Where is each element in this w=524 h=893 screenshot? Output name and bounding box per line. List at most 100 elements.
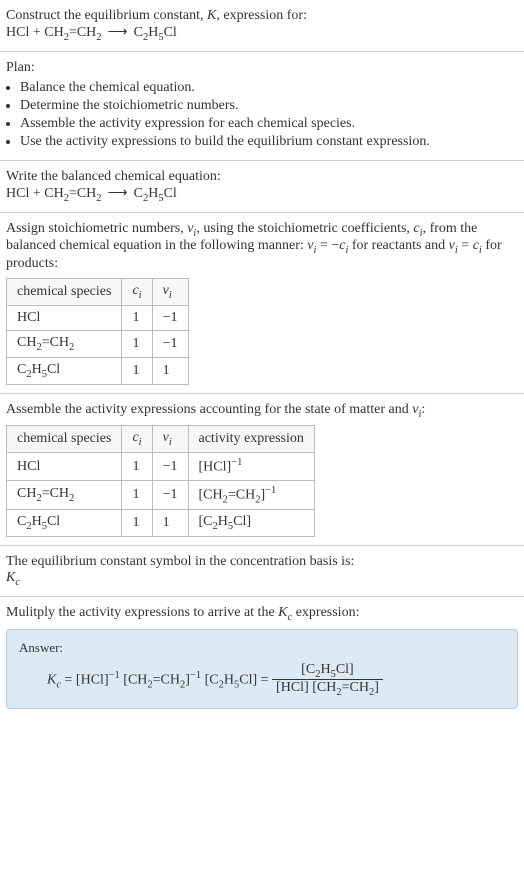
eq-rhs-cl: Cl	[164, 25, 177, 40]
plan-item: Balance the chemical equation.	[20, 80, 518, 96]
balanced-heading: Write the balanced chemical equation:	[6, 169, 518, 185]
stoich-table: chemical species ci νi HCl 1 −1 CH2=CH2 …	[6, 278, 189, 384]
kc-k: K	[6, 570, 15, 585]
cell-ci: 1	[122, 330, 152, 357]
ans-k: K	[47, 672, 56, 687]
cell-species: CH2=CH2	[7, 330, 122, 357]
table-header-row: chemical species ci νi	[7, 279, 189, 306]
ans-rh: H	[224, 672, 234, 687]
eq-rhs-h: H	[148, 25, 158, 40]
s-hcl: HCl	[17, 459, 40, 474]
plan-item: Determine the stoichiometric numbers.	[20, 98, 518, 114]
title-line: Construct the equilibrium constant, K, e…	[6, 8, 518, 24]
sp-mid: =CH	[42, 335, 69, 350]
mul-prefix: Mulitply the activity expressions to arr…	[6, 605, 278, 620]
th-activity: activity expression	[188, 426, 314, 453]
assign-text: Assign stoichiometric numbers, νi, using…	[6, 221, 518, 273]
answer-section: Mulitply the activity expressions to arr…	[0, 597, 524, 717]
mul-k: K	[278, 605, 287, 620]
cell-species: HCl	[7, 453, 122, 481]
header-section: Construct the equilibrium constant, K, e…	[0, 0, 524, 52]
frac-num: [C2H5Cl]	[272, 662, 383, 681]
cell-ci: 1	[122, 480, 152, 509]
cell-species: C2H5Cl	[7, 510, 122, 537]
table-row: C2H5Cl 1 1	[7, 357, 189, 384]
mul-suffix: expression:	[292, 605, 359, 620]
th-i: i	[139, 437, 142, 448]
eq-hcl: HCl	[6, 186, 29, 201]
eq-rhs-c: C	[134, 25, 143, 40]
title-prefix: Construct the equilibrium constant,	[6, 8, 207, 23]
ae-c: C	[203, 514, 212, 529]
act-h-prefix: Assemble the activity expressions accoun…	[6, 402, 412, 417]
th-ci-i: i	[139, 290, 142, 301]
eq-rhs-cl: Cl	[164, 186, 177, 201]
cell-nui: −1	[152, 305, 188, 330]
assign-t4: for reactants and	[348, 238, 448, 253]
th-i2: i	[169, 437, 172, 448]
table-row: CH2=CH2 1 −1 [CH2=CH2]−1	[7, 480, 315, 509]
th-species: chemical species	[7, 279, 122, 306]
eq-ch2mid: =CH	[69, 186, 96, 201]
cell-activity: [CH2=CH2]−1	[188, 480, 314, 509]
fd-mid: =CH	[342, 680, 369, 695]
assign-t2: , using the stoichiometric coefficients,	[196, 221, 413, 236]
answer-box: Answer: Kc = [HCl]−1 [CH2=CH2]−1 [C2H5Cl…	[6, 629, 518, 710]
frac-den: [HCl] [CH2=CH2]	[272, 680, 383, 698]
eq-rhs-h: H	[148, 186, 158, 201]
th-nui: νi	[152, 426, 188, 453]
assign-eqr: = −	[316, 238, 339, 253]
s-mid: =CH	[42, 486, 69, 501]
ans-s2: 2	[180, 679, 185, 690]
title-var: K	[207, 8, 216, 23]
assign-section: Assign stoichiometric numbers, νi , using…	[0, 213, 524, 394]
fd-s2: 2	[369, 687, 374, 698]
cell-species: CH2=CH2	[7, 480, 122, 509]
title-suffix: , expression for:	[216, 8, 307, 23]
eq-ch2a: CH	[44, 25, 63, 40]
th-nui: νi	[152, 279, 188, 306]
act-h-suffix: :	[421, 402, 425, 417]
fd-ch: CH	[317, 680, 336, 695]
ans-ch: CH	[128, 672, 147, 687]
kc-symbol-section: The equilibrium constant symbol in the c…	[0, 546, 524, 597]
ae-cl: Cl	[233, 514, 246, 529]
cell-nui: 1	[152, 510, 188, 537]
kc-c: c	[15, 577, 20, 588]
kc-heading: The equilibrium constant symbol in the c…	[6, 554, 518, 570]
activity-table: chemical species ci νi activity expressi…	[6, 425, 315, 537]
cell-species: HCl	[7, 305, 122, 330]
s-ch: CH	[17, 486, 36, 501]
assign-eqp: =	[458, 238, 473, 253]
s-s2: 2	[69, 493, 74, 504]
fraction: [C2H5Cl] [HCl] [CH2=CH2]	[272, 662, 383, 699]
plan-heading: Plan:	[6, 60, 518, 76]
ae-h: H	[218, 514, 228, 529]
multiply-heading: Mulitply the activity expressions to arr…	[6, 605, 518, 623]
species-hcl: HCl	[17, 310, 40, 325]
th-ci: ci	[122, 426, 152, 453]
cell-species: C2H5Cl	[7, 357, 122, 384]
kc-symbol: Kc	[6, 570, 518, 588]
ae-exp: −1	[231, 457, 242, 468]
eq-sub2: 2	[96, 193, 101, 204]
eq-ch2a: CH	[44, 186, 63, 201]
cell-nui: −1	[152, 480, 188, 509]
ans-rc: C	[209, 672, 218, 687]
sp-ch: CH	[17, 335, 36, 350]
assign-t1: Assign stoichiometric numbers,	[6, 221, 187, 236]
ae-s2: 2	[255, 494, 260, 505]
balanced-equation: HCl + CH2=CH2⟶C2H5Cl	[6, 185, 518, 204]
table-row: HCl 1 −1 [HCl]−1	[7, 453, 315, 481]
s-c: C	[17, 514, 26, 529]
ans-mid: =CH	[153, 672, 180, 687]
ans-eq2: =	[257, 672, 272, 687]
cell-ci: 1	[122, 510, 152, 537]
eq-sub2: 2	[96, 32, 101, 43]
plan-list: Balance the chemical equation. Determine…	[6, 80, 518, 150]
header-equation: HCl + CH2=CH2⟶C2H5Cl	[6, 24, 518, 43]
cell-activity: [HCl]−1	[188, 453, 314, 481]
ans-e1: −1	[109, 670, 120, 681]
cell-ci: 1	[122, 305, 152, 330]
th-nui-i: i	[169, 290, 172, 301]
